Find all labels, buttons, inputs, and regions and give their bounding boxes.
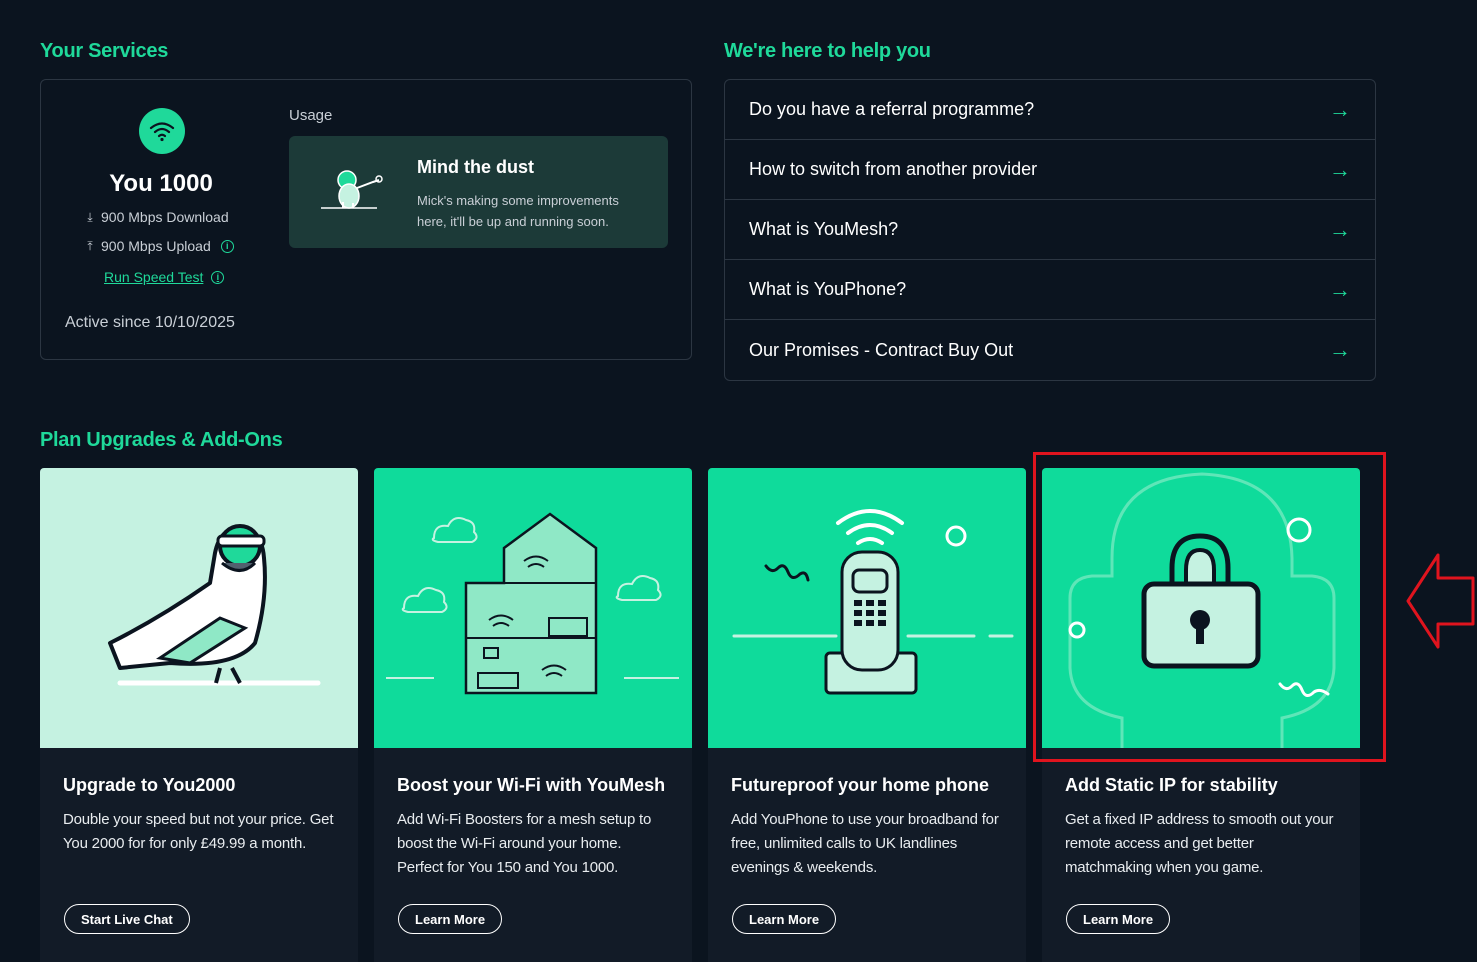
faq-item[interactable]: Do you have a referral programme? → <box>725 80 1375 140</box>
download-speed: ⤓ 900 Mbps Download <box>85 209 229 225</box>
learn-more-button[interactable]: Learn More <box>398 904 503 934</box>
card-text: Add Wi-Fi Boosters for a mesh setup to b… <box>397 811 652 876</box>
usage-label: Usage <box>289 107 333 124</box>
maintenance-notice: Mind the dust Mick's making some improve… <box>289 136 668 248</box>
faq-label: How to switch from another provider <box>749 159 1038 179</box>
addon-card-upgrade: Upgrade to You2000 Double your speed but… <box>40 468 358 962</box>
faq-item[interactable]: How to switch from another provider → <box>725 140 1375 200</box>
notice-text: Mick's making some improvements here, it… <box>417 193 619 229</box>
faq-label: What is YouPhone? <box>749 279 907 299</box>
download-label: 900 Mbps Download <box>101 209 229 225</box>
faq-item[interactable]: What is YouMesh? → <box>725 200 1375 260</box>
card-image <box>374 468 692 748</box>
start-live-chat-button[interactable]: Start Live Chat <box>64 904 190 934</box>
run-speed-test-link[interactable]: Run Speed Test i <box>104 269 225 285</box>
addon-card-youphone: Futureproof your home phone Add YouPhone… <box>708 468 1026 962</box>
learn-more-button[interactable]: Learn More <box>1066 904 1171 934</box>
phone-illustration-icon <box>732 509 1014 695</box>
card-image <box>40 468 358 748</box>
card-text: Add YouPhone to use your broadband for f… <box>731 811 999 876</box>
house-mesh-illustration-icon <box>386 512 679 695</box>
info-icon[interactable]: i <box>220 239 234 253</box>
addons-title: Plan Upgrades & Add-Ons <box>40 429 283 451</box>
faq-list: Do you have a referral programme? → How t… <box>724 79 1376 381</box>
faq-item[interactable]: Our Promises - Contract Buy Out → <box>725 320 1375 380</box>
download-arrow-icon: ⤓ <box>87 209 93 224</box>
card-title: Futureproof your home phone <box>731 775 989 795</box>
notice-title: Mind the dust <box>417 157 534 177</box>
upload-label: 900 Mbps Upload <box>101 238 211 254</box>
upload-arrow-icon: ⤒ <box>87 238 93 253</box>
help-title: We're here to help you <box>724 40 931 62</box>
card-title: Upgrade to You2000 <box>63 775 236 795</box>
arrow-right-icon: → <box>1329 96 1351 122</box>
speed-test-label[interactable]: Run Speed Test <box>104 269 203 285</box>
faq-label: Our Promises - Contract Buy Out <box>749 339 1014 360</box>
addon-card-youmesh: Boost your Wi-Fi with YouMesh Add Wi-Fi … <box>374 468 692 962</box>
card-text: Double your speed but not your price. Ge… <box>63 811 334 852</box>
faq-label: Do you have a referral programme? <box>749 99 1035 119</box>
active-since: Active since 10/10/2025 <box>65 314 235 331</box>
arrow-right-icon: → <box>1329 276 1351 302</box>
service-card: You 1000 ⤓ 900 Mbps Download ⤒ 900 Mbps … <box>40 79 692 360</box>
highlight-box <box>1033 452 1386 762</box>
faq-item[interactable]: What is YouPhone? → <box>725 260 1375 320</box>
arrow-left-annotation-icon <box>1406 553 1475 649</box>
arrow-right-icon: → <box>1329 337 1351 362</box>
services-title: Your Services <box>40 40 169 62</box>
upload-speed: ⤒ 900 Mbps Upload i <box>85 238 234 254</box>
plan-name: You 1000 <box>109 170 213 197</box>
card-title: Add Static IP for stability <box>1065 775 1278 795</box>
learn-more-button[interactable]: Learn More <box>732 904 837 934</box>
info-icon[interactable]: i <box>211 270 225 284</box>
card-title: Boost your Wi-Fi with YouMesh <box>397 775 666 795</box>
tortoise-mechanic-icon <box>321 170 383 209</box>
wifi-icon <box>139 108 185 154</box>
arrow-right-icon: → <box>1329 156 1351 182</box>
card-text: Get a fixed IP address to smooth out you… <box>1065 811 1334 876</box>
pigeon-illustration-icon <box>108 524 321 686</box>
card-image <box>708 468 1026 748</box>
faq-label: What is YouMesh? <box>749 219 899 239</box>
arrow-right-icon: → <box>1329 216 1351 242</box>
